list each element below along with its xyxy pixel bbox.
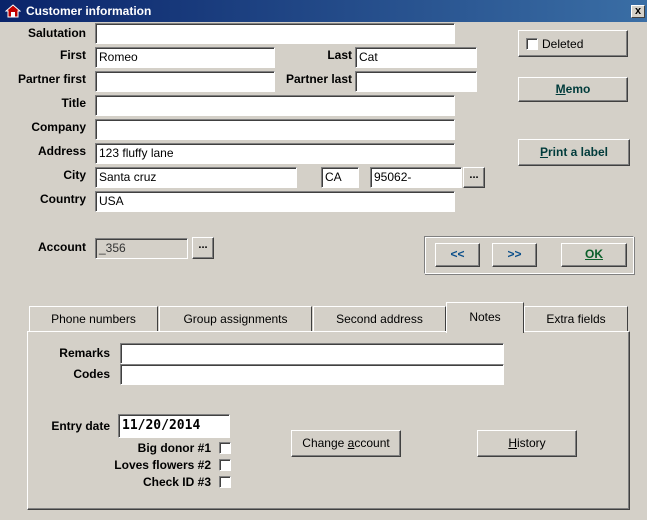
navigation-group: << >> OK: [424, 236, 634, 274]
memo-button[interactable]: Memo: [518, 77, 628, 102]
state-field[interactable]: CA: [321, 167, 359, 188]
salutation-field[interactable]: [95, 23, 455, 44]
first-name-label: First: [59, 48, 86, 62]
zip-field[interactable]: 95062-: [370, 167, 462, 188]
address-field[interactable]: 123 fluffy lane: [95, 143, 455, 164]
print-label: rint a label: [547, 145, 609, 159]
close-button[interactable]: x: [631, 5, 645, 18]
next-record-button[interactable]: >>: [492, 243, 537, 267]
remarks-field[interactable]: [120, 343, 504, 364]
loves-flowers-checkbox[interactable]: [219, 459, 231, 471]
previous-record-button[interactable]: <<: [435, 243, 480, 267]
print-label-button[interactable]: Print a label: [518, 139, 630, 166]
history-button[interactable]: History: [477, 430, 577, 457]
tab-phone-numbers[interactable]: Phone numbers: [29, 306, 158, 332]
ok-button[interactable]: OK: [561, 243, 627, 267]
partner-last-field[interactable]: [355, 71, 477, 92]
change-account-button[interactable]: Change account: [291, 430, 401, 457]
account-field: _356: [95, 238, 188, 259]
tab-group-assignments[interactable]: Group assignments: [159, 306, 312, 332]
history-hotkey: H: [508, 436, 517, 450]
codes-field[interactable]: [120, 364, 504, 385]
salutation-label: Salutation: [27, 26, 86, 40]
last-name-label: Last: [327, 48, 352, 62]
tab-second-address[interactable]: Second address: [313, 306, 446, 332]
check-id-checkbox[interactable]: [219, 476, 231, 488]
account-label: Account: [38, 240, 86, 254]
title-bar[interactable]: Customer information x: [0, 0, 647, 22]
company-field[interactable]: [95, 119, 455, 140]
history-label: istory: [517, 436, 546, 450]
tab-extra-fields[interactable]: Extra fields: [524, 306, 628, 332]
change-account-label-suffix: ccount: [354, 436, 390, 450]
address-label: Address: [37, 144, 86, 158]
window-title: Customer information: [26, 4, 152, 18]
big-donor-label: Big donor #1: [137, 441, 211, 455]
loves-flowers-label: Loves flowers #2: [114, 458, 211, 472]
first-name-field[interactable]: Romeo: [95, 47, 275, 68]
last-name-field[interactable]: Cat: [355, 47, 477, 68]
app-icon: [4, 4, 22, 18]
big-donor-checkbox[interactable]: [219, 442, 231, 454]
memo-label: emo: [565, 82, 591, 96]
remarks-label: Remarks: [59, 346, 110, 360]
deleted-label: Deleted: [542, 37, 584, 51]
memo-hotkey: M: [555, 82, 566, 96]
city-field[interactable]: Santa cruz: [95, 167, 297, 188]
partner-last-label: Partner last: [285, 72, 352, 86]
city-label: City: [63, 168, 86, 182]
print-hotkey: P: [539, 145, 548, 159]
zip-lookup-button[interactable]: ...: [463, 167, 485, 188]
change-account-label-prefix: Change: [302, 436, 348, 450]
codes-label: Codes: [73, 367, 110, 381]
partner-first-field[interactable]: [95, 71, 275, 92]
check-id-label: Check ID #3: [142, 475, 211, 489]
deleted-checkbox-button[interactable]: Deleted: [518, 30, 628, 57]
partner-first-label: Partner first: [17, 72, 86, 86]
country-label: Country: [40, 192, 86, 206]
account-lookup-button[interactable]: ...: [192, 237, 214, 259]
entry-date-label: Entry date: [51, 419, 110, 433]
tab-notes[interactable]: Notes: [446, 302, 524, 333]
deleted-checkbox[interactable]: [526, 38, 538, 50]
company-label: Company: [31, 120, 86, 134]
title-label: Title: [61, 96, 86, 110]
title-field[interactable]: [95, 95, 455, 116]
notes-tab-panel: Remarks Codes Entry date 11/20/2014 Big …: [27, 331, 630, 510]
entry-date-field[interactable]: 11/20/2014: [118, 414, 230, 438]
country-field[interactable]: USA: [95, 191, 455, 212]
ok-label: OK: [585, 247, 603, 261]
